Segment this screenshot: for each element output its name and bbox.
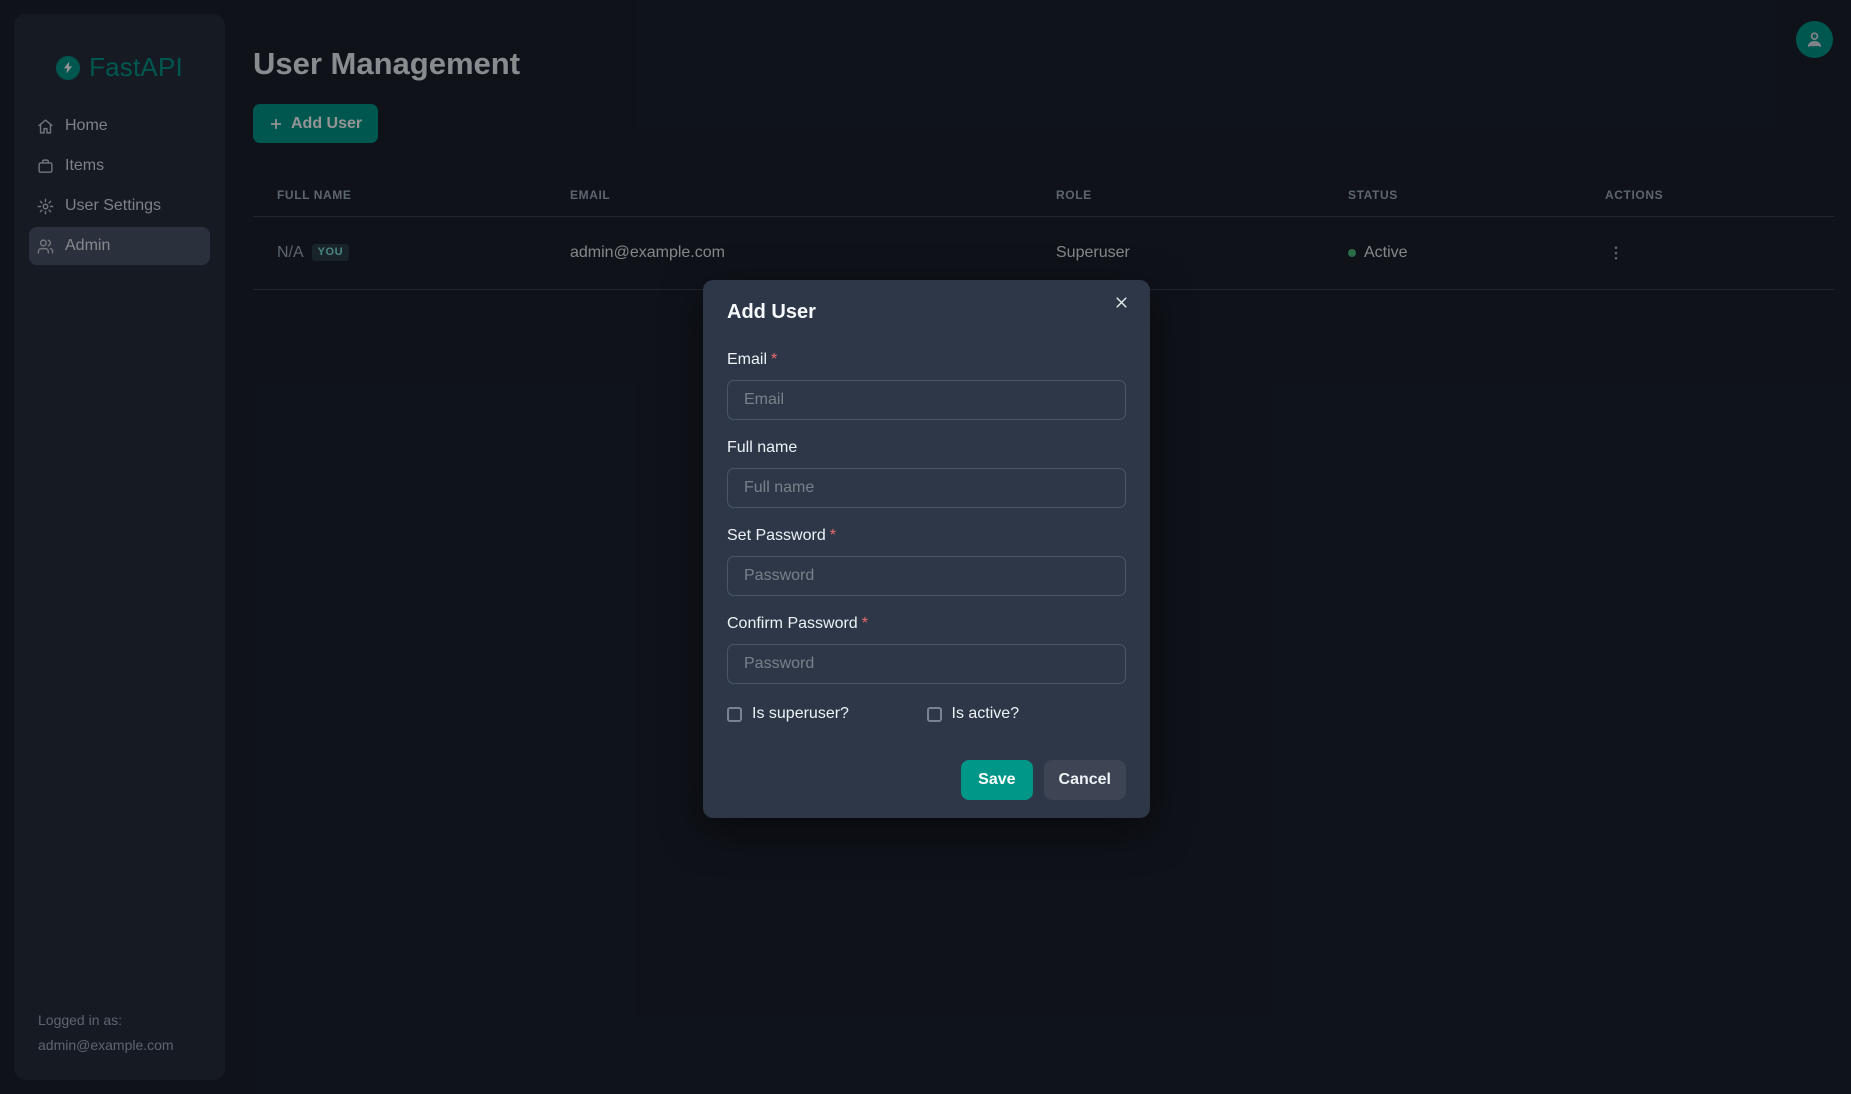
confirm-password-label: Confirm Password* — [727, 612, 1126, 636]
email-label: Email* — [727, 348, 1126, 372]
is-active-checkbox[interactable] — [927, 707, 942, 722]
cancel-button[interactable]: Cancel — [1044, 760, 1126, 800]
modal-title: Add User — [727, 300, 1126, 324]
set-password-label: Set Password* — [727, 524, 1126, 548]
full-name-field-group: Full name — [727, 436, 1126, 508]
required-mark: * — [830, 527, 836, 544]
modal-footer: Save Cancel — [727, 760, 1126, 800]
close-icon — [1114, 295, 1129, 310]
required-mark: * — [771, 351, 777, 368]
full-name-label: Full name — [727, 436, 1126, 460]
is-active-checkbox-item[interactable]: Is active? — [927, 705, 1127, 723]
full-name-input[interactable] — [727, 468, 1126, 508]
add-user-modal: Add User Email* Full name Set Password* … — [703, 280, 1150, 818]
is-active-label: Is active? — [952, 705, 1020, 723]
modal-checkbox-row: Is superuser? Is active? — [727, 705, 1126, 723]
email-field-group: Email* — [727, 348, 1126, 420]
confirm-password-field-group: Confirm Password* — [727, 612, 1126, 684]
modal-close-button[interactable] — [1105, 286, 1137, 318]
email-input[interactable] — [727, 380, 1126, 420]
is-superuser-checkbox[interactable] — [727, 707, 742, 722]
save-button[interactable]: Save — [961, 760, 1032, 800]
is-superuser-label: Is superuser? — [752, 705, 849, 723]
required-mark: * — [862, 615, 868, 632]
set-password-field-group: Set Password* — [727, 524, 1126, 596]
set-password-input[interactable] — [727, 556, 1126, 596]
is-superuser-checkbox-item[interactable]: Is superuser? — [727, 705, 927, 723]
confirm-password-input[interactable] — [727, 644, 1126, 684]
